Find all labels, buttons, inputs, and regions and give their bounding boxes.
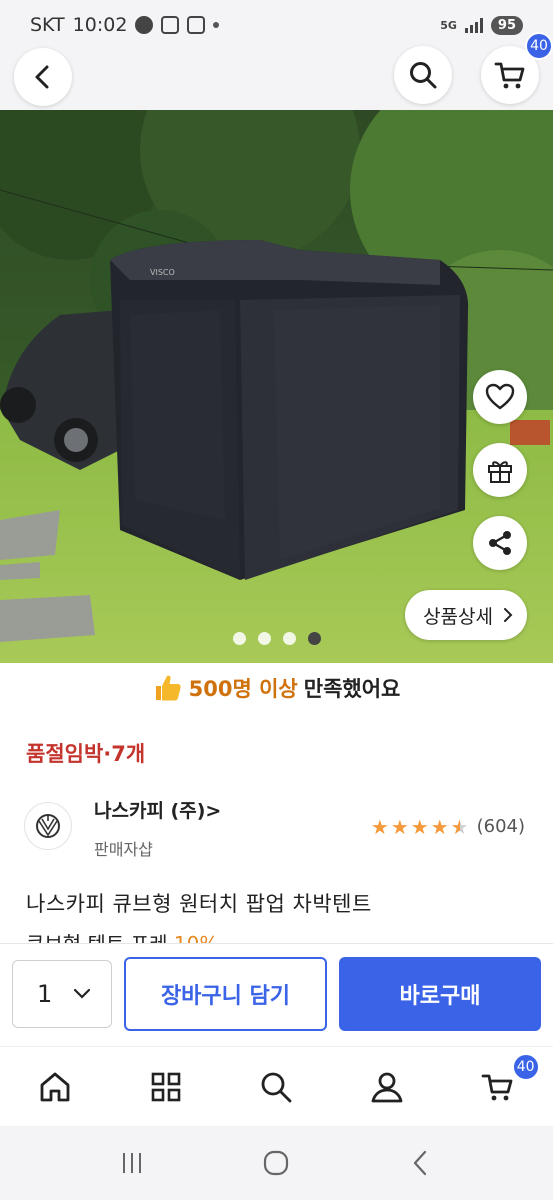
back-button[interactable] (14, 48, 72, 106)
gift-button[interactable] (473, 443, 527, 497)
carousel-dot[interactable] (257, 632, 271, 645)
seller-name[interactable]: 나스카피 (주)> (94, 796, 221, 823)
search-button[interactable] (394, 46, 452, 104)
home-circle-icon (264, 1150, 289, 1176)
share-button[interactable] (473, 516, 527, 570)
carousel-dot[interactable] (232, 632, 246, 645)
buy-now-button[interactable]: 바로구매 (339, 957, 541, 1031)
quantity-select[interactable]: 1 (12, 960, 112, 1028)
battery-indicator: 95 (490, 15, 523, 35)
cart-icon (494, 62, 525, 89)
satisfaction-highlight: 500명 이상 (188, 677, 298, 701)
carrier-label: SKT (30, 14, 65, 36)
cart-count-badge: 40 (525, 32, 553, 60)
carousel-indicator (0, 632, 553, 645)
status-right: 5G 95 (440, 15, 523, 35)
nav-cart-badge: 40 (511, 1052, 540, 1081)
cart-icon (481, 1074, 513, 1100)
tent-photo: VISCO (0, 110, 553, 663)
system-back-button[interactable] (396, 1138, 446, 1188)
header-bar (0, 50, 553, 110)
product-image[interactable]: VISCO 상품상세 (0, 110, 553, 663)
product-detail-label: 상품상세 (423, 605, 493, 628)
recent-apps-button[interactable] (107, 1138, 157, 1188)
star-icon: ★ (410, 814, 429, 839)
nav-cart[interactable]: 40 (468, 1052, 540, 1117)
user-icon (371, 1072, 403, 1102)
search-icon (410, 62, 437, 89)
nav-search[interactable] (246, 1057, 306, 1117)
search-icon (262, 1072, 292, 1102)
wishlist-button[interactable] (473, 370, 527, 424)
gift-icon (488, 461, 512, 483)
heart-icon (485, 383, 515, 410)
nav-categories[interactable] (136, 1057, 196, 1117)
star-icon: ★ (430, 814, 449, 839)
star-icon: ★ (370, 814, 389, 839)
system-navigation (0, 1126, 553, 1200)
tent-brand-mark: VISCO (150, 268, 175, 277)
quantity-value: 1 (37, 980, 53, 1008)
low-stock-label: 품절임박·7개 (26, 742, 146, 766)
signal-icon (464, 17, 483, 33)
network-label: 5G (440, 18, 457, 32)
nav-my-page[interactable] (357, 1057, 417, 1117)
purchase-bar: 1 장바구니 담기 바로구매 (0, 943, 553, 1043)
share-icon (489, 531, 511, 555)
status-bar: SKT 10:02 5G 95 (0, 0, 553, 50)
bottom-nav: 40 (0, 1046, 553, 1126)
nav-home[interactable] (25, 1057, 85, 1117)
add-to-cart-button[interactable]: 장바구니 담기 (124, 957, 327, 1031)
more-notifications-icon (213, 22, 220, 28)
product-title: 나스카피 큐브형 원터치 팝업 차박텐트 (26, 892, 372, 916)
chevron-right-icon (504, 608, 513, 622)
grid-icon (151, 1072, 181, 1101)
notification-app-icon (187, 16, 206, 34)
seller-logo-icon (36, 814, 60, 838)
half-star-icon: ★ (450, 814, 469, 839)
seller-chevron: > (205, 800, 222, 822)
chevron-down-icon (73, 988, 91, 999)
seller-row[interactable]: 나스카피 (주)> 판매자샵 ★ ★ ★ ★ ★ (604) (24, 796, 529, 866)
home-system-button[interactable] (251, 1138, 301, 1188)
home-icon (40, 1072, 70, 1101)
seller-name-text: 나스카피 (주) (94, 800, 206, 822)
satisfaction-banner: 500명 이상 만족했어요 (0, 668, 553, 708)
gallery-icon (161, 16, 180, 34)
recent-apps-icon (123, 1153, 142, 1173)
messenger-icon (135, 16, 154, 34)
carousel-dot-active[interactable] (307, 632, 321, 645)
status-left: SKT 10:02 (30, 14, 220, 36)
carousel-dot[interactable] (282, 632, 296, 645)
rating[interactable]: ★ ★ ★ ★ ★ (604) (371, 816, 525, 837)
review-count[interactable]: (604) (477, 816, 525, 837)
chevron-left-icon (35, 65, 49, 89)
thumbs-up-icon (155, 675, 181, 701)
clock: 10:02 (72, 14, 128, 36)
cart-button[interactable]: 40 (481, 32, 553, 104)
star-icon: ★ (390, 814, 409, 839)
satisfaction-text: 만족했어요 (303, 677, 401, 701)
back-icon (413, 1150, 426, 1176)
seller-shop-label: 판매자샵 (94, 840, 153, 859)
seller-logo[interactable] (24, 802, 72, 850)
